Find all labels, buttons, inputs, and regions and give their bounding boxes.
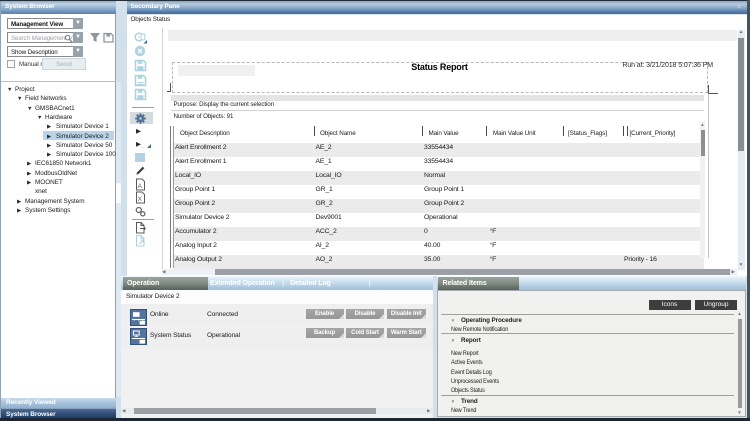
svg-text:A: A bbox=[137, 183, 142, 190]
svg-text:X: X bbox=[137, 196, 142, 203]
